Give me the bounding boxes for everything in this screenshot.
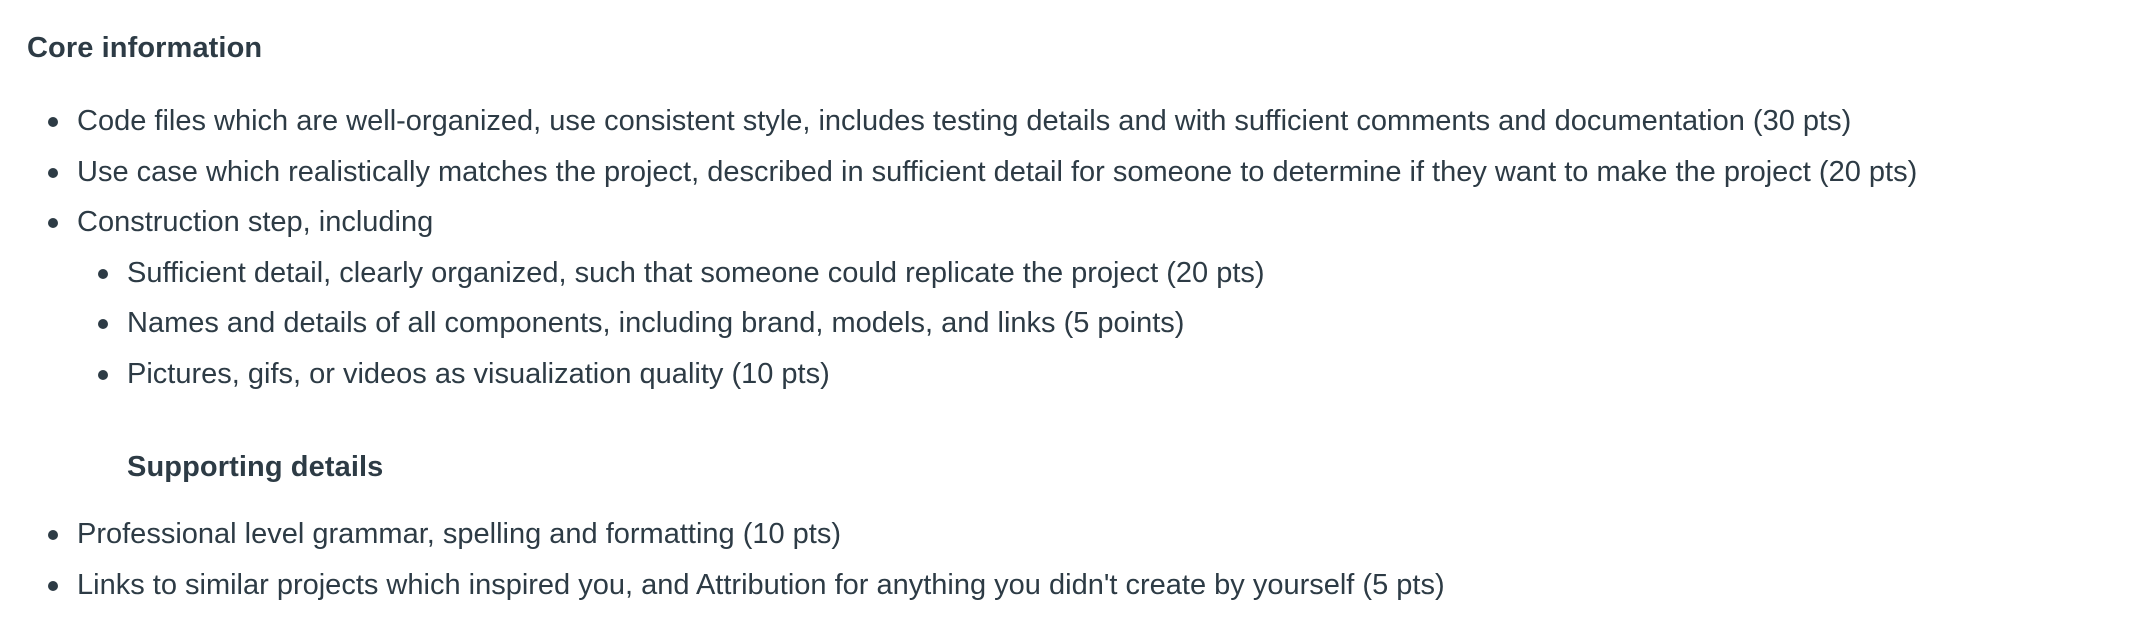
- list-item: Code files which are well-organized, use…: [27, 96, 2138, 147]
- core-information-heading: Core information: [27, 32, 263, 64]
- construction-step-label: Construction step, including: [77, 206, 434, 238]
- list-item: Names and details of all components, inc…: [77, 298, 2138, 349]
- supporting-details-list: Professional level grammar, spelling and…: [27, 509, 2138, 610]
- list-item: Sufficient detail, clearly organized, su…: [77, 248, 2138, 299]
- list-item: Construction step, including: [27, 197, 2138, 248]
- rubric-content: Core information Code files which are we…: [0, 0, 2138, 610]
- list-item: Professional level grammar, spelling and…: [27, 509, 2138, 560]
- core-information-list: Code files which are well-organized, use…: [27, 96, 2138, 248]
- list-item: Links to similar projects which inspired…: [27, 560, 2138, 611]
- list-item: Use case which realistically matches the…: [27, 147, 2138, 198]
- supporting-details-heading: Supporting details: [127, 451, 384, 483]
- construction-step-sublist: Sufficient detail, clearly organized, su…: [77, 248, 2138, 400]
- list-item: Pictures, gifs, or videos as visualizati…: [77, 349, 2138, 400]
